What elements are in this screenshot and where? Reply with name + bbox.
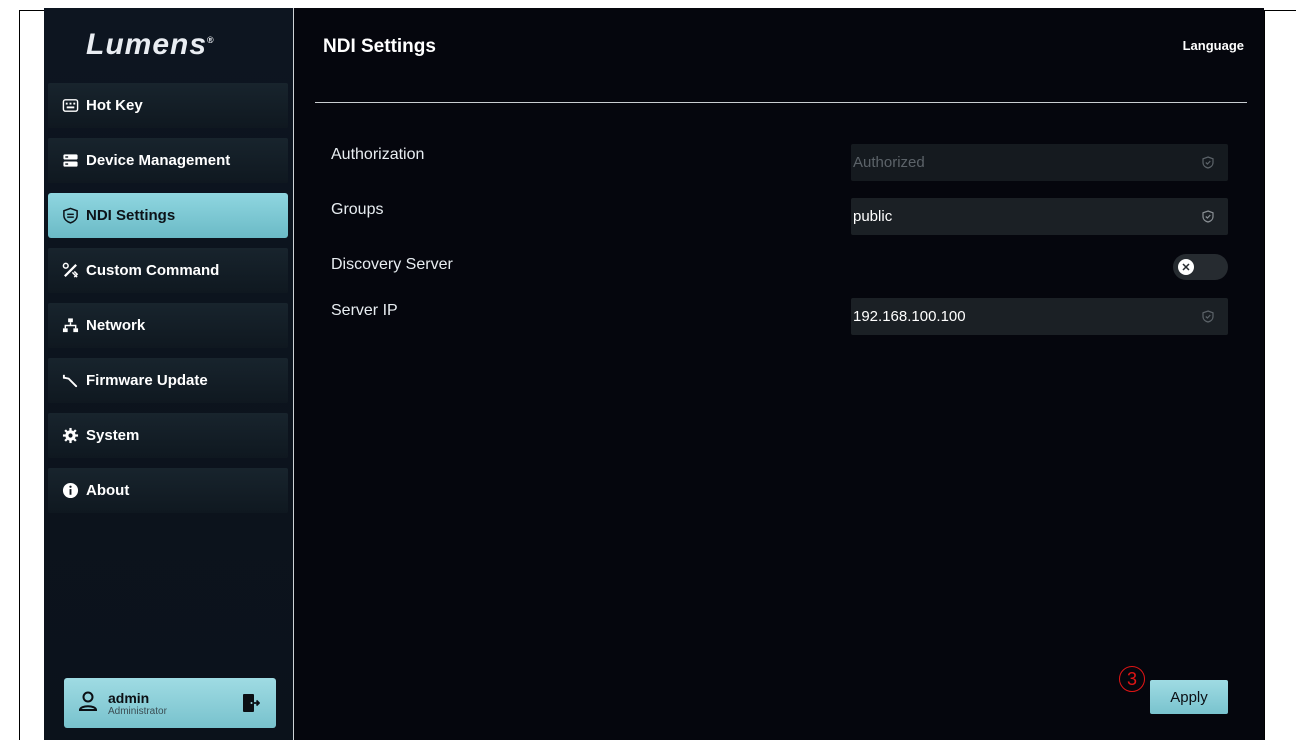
sidebar-item-label: Hot Key bbox=[86, 97, 143, 114]
user-role: Administrator bbox=[108, 705, 167, 717]
groups-input[interactable]: public bbox=[851, 198, 1228, 235]
frame-right-border bbox=[1264, 10, 1265, 740]
app-window: Lumens® Hot Key Device Management NDI Se… bbox=[44, 8, 1264, 740]
server-icon bbox=[61, 152, 79, 170]
wrench-icon bbox=[61, 372, 79, 390]
sidebar-item-device-management[interactable]: Device Management bbox=[48, 138, 288, 183]
sidebar-item-ndi-settings[interactable]: NDI Settings bbox=[48, 193, 288, 238]
groups-label: Groups bbox=[331, 201, 384, 218]
sidebar-item-label: Firmware Update bbox=[86, 372, 208, 389]
sidebar-item-network[interactable]: Network bbox=[48, 303, 288, 348]
language-button[interactable]: Language bbox=[1183, 38, 1244, 53]
keyboard-icon bbox=[61, 97, 79, 115]
sidebar-item-about[interactable]: About bbox=[48, 468, 288, 513]
authorization-field: Authorized bbox=[851, 144, 1228, 181]
groups-value: public bbox=[853, 208, 893, 225]
main-content: NDI Settings Language Authorization Auth… bbox=[295, 8, 1264, 740]
user-icon bbox=[78, 690, 98, 717]
header-divider bbox=[315, 102, 1247, 103]
user-panel: admin Administrator bbox=[64, 678, 276, 728]
gear-icon bbox=[61, 427, 79, 445]
sidebar-item-system[interactable]: System bbox=[48, 413, 288, 458]
sidebar-item-label: Network bbox=[86, 317, 146, 334]
shield-icon bbox=[1202, 210, 1214, 223]
shield-icon bbox=[1202, 156, 1214, 169]
sidebar: Lumens® Hot Key Device Management NDI Se… bbox=[44, 8, 294, 740]
sidebar-item-hot-key[interactable]: Hot Key bbox=[48, 83, 288, 128]
authorization-value: Authorized bbox=[853, 154, 925, 171]
server-ip-value: 192.168.100.100 bbox=[853, 308, 966, 325]
frame-left-border bbox=[19, 10, 20, 740]
server-ip-input[interactable]: 192.168.100.100 bbox=[851, 298, 1228, 335]
page-title: NDI Settings bbox=[323, 36, 436, 57]
brand-logo: Lumens® bbox=[86, 28, 215, 61]
sidebar-item-custom-command[interactable]: Custom Command bbox=[48, 248, 288, 293]
tools-icon bbox=[61, 262, 79, 280]
sidebar-item-label: NDI Settings bbox=[86, 207, 176, 224]
shield-icon bbox=[61, 207, 79, 225]
logout-icon[interactable] bbox=[242, 693, 261, 713]
server-ip-label: Server IP bbox=[331, 302, 398, 319]
sidebar-nav: Hot Key Device Management NDI Settings C… bbox=[48, 83, 288, 523]
apply-button[interactable]: Apply bbox=[1150, 680, 1228, 714]
authorization-label: Authorization bbox=[331, 146, 425, 163]
toggle-off-icon: ✕ bbox=[1178, 259, 1194, 275]
sidebar-item-label: Custom Command bbox=[86, 262, 220, 279]
screenshot-frame: Lumens® Hot Key Device Management NDI Se… bbox=[0, 0, 1296, 740]
shield-icon bbox=[1202, 310, 1214, 323]
sidebar-item-label: About bbox=[86, 482, 130, 499]
sidebar-item-label: Device Management bbox=[86, 152, 231, 169]
sidebar-item-firmware-update[interactable]: Firmware Update bbox=[48, 358, 288, 403]
discovery-server-toggle[interactable]: ✕ bbox=[1173, 254, 1228, 280]
sidebar-item-label: System bbox=[86, 427, 140, 444]
annotation-marker: 3 bbox=[1119, 666, 1145, 692]
username: admin bbox=[108, 689, 150, 706]
network-icon bbox=[61, 317, 79, 335]
info-icon bbox=[61, 482, 79, 500]
discovery-server-label: Discovery Server bbox=[331, 256, 453, 273]
